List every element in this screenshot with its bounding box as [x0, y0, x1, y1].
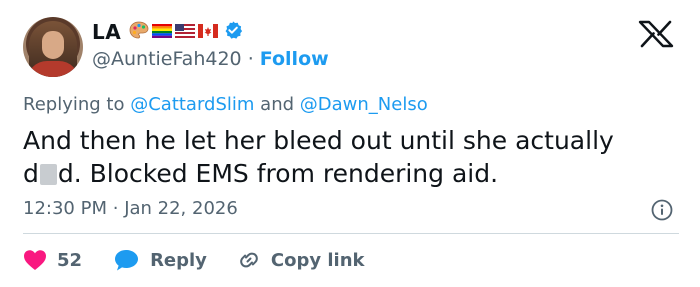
verified-badge-icon	[221, 20, 243, 44]
meta-separator: ·	[112, 198, 119, 219]
link-icon	[240, 252, 258, 268]
tweet-line-1: And then he let her bleed out until she …	[23, 126, 614, 155]
copy-link-label: Copy link	[270, 249, 365, 271]
author-name-row: LA	[92, 19, 243, 45]
rainbow-flag-icon	[152, 23, 173, 42]
reply-bubble-icon	[115, 250, 139, 271]
reply-button[interactable]: Reply	[114, 248, 207, 272]
tweet-text: And then he let her bleed out until she …	[23, 124, 683, 190]
tweet-line-2: d. Blocked EMS from rendering aid.	[57, 159, 499, 188]
author-name[interactable]: LA	[92, 20, 121, 44]
replying-prefix: Replying to	[23, 94, 125, 115]
author-handle[interactable]: @AuntieFah420	[92, 48, 242, 70]
handle-separator: ·	[247, 48, 254, 70]
us-flag-icon	[175, 23, 196, 42]
info-icon[interactable]	[651, 199, 673, 221]
avatar[interactable]	[23, 17, 83, 77]
divider	[23, 233, 679, 234]
action-bar: 52 Reply Copy link	[23, 246, 365, 274]
x-logo-icon[interactable]	[636, 20, 676, 48]
censor-block	[39, 164, 57, 185]
replying-conjunction: and	[260, 94, 295, 115]
tweet-timestamp[interactable]: 12:30 PM · Jan 22, 2026	[23, 198, 238, 219]
follow-button[interactable]: Follow	[260, 48, 329, 70]
mention-link-1[interactable]: @CattardSlim	[130, 94, 254, 115]
avatar-face	[42, 31, 64, 59]
reply-label: Reply	[150, 249, 207, 271]
tweet-word-start: d	[23, 159, 39, 188]
author-handle-row: @AuntieFah420 · Follow	[92, 48, 329, 70]
canada-flag-icon	[198, 23, 219, 42]
copy-link-button[interactable]: Copy link	[237, 248, 365, 272]
like-button[interactable]: 52	[23, 249, 82, 271]
mention-link-2[interactable]: @Dawn_Nelso	[300, 94, 428, 115]
artist-palette-icon	[129, 20, 149, 44]
tweet-time: 12:30 PM	[23, 198, 107, 219]
replying-to: Replying to @CattardSlim and @Dawn_Nelso	[23, 94, 428, 115]
heart-icon	[24, 250, 46, 270]
like-count: 52	[57, 249, 83, 271]
tweet-date: Jan 22, 2026	[124, 198, 238, 219]
